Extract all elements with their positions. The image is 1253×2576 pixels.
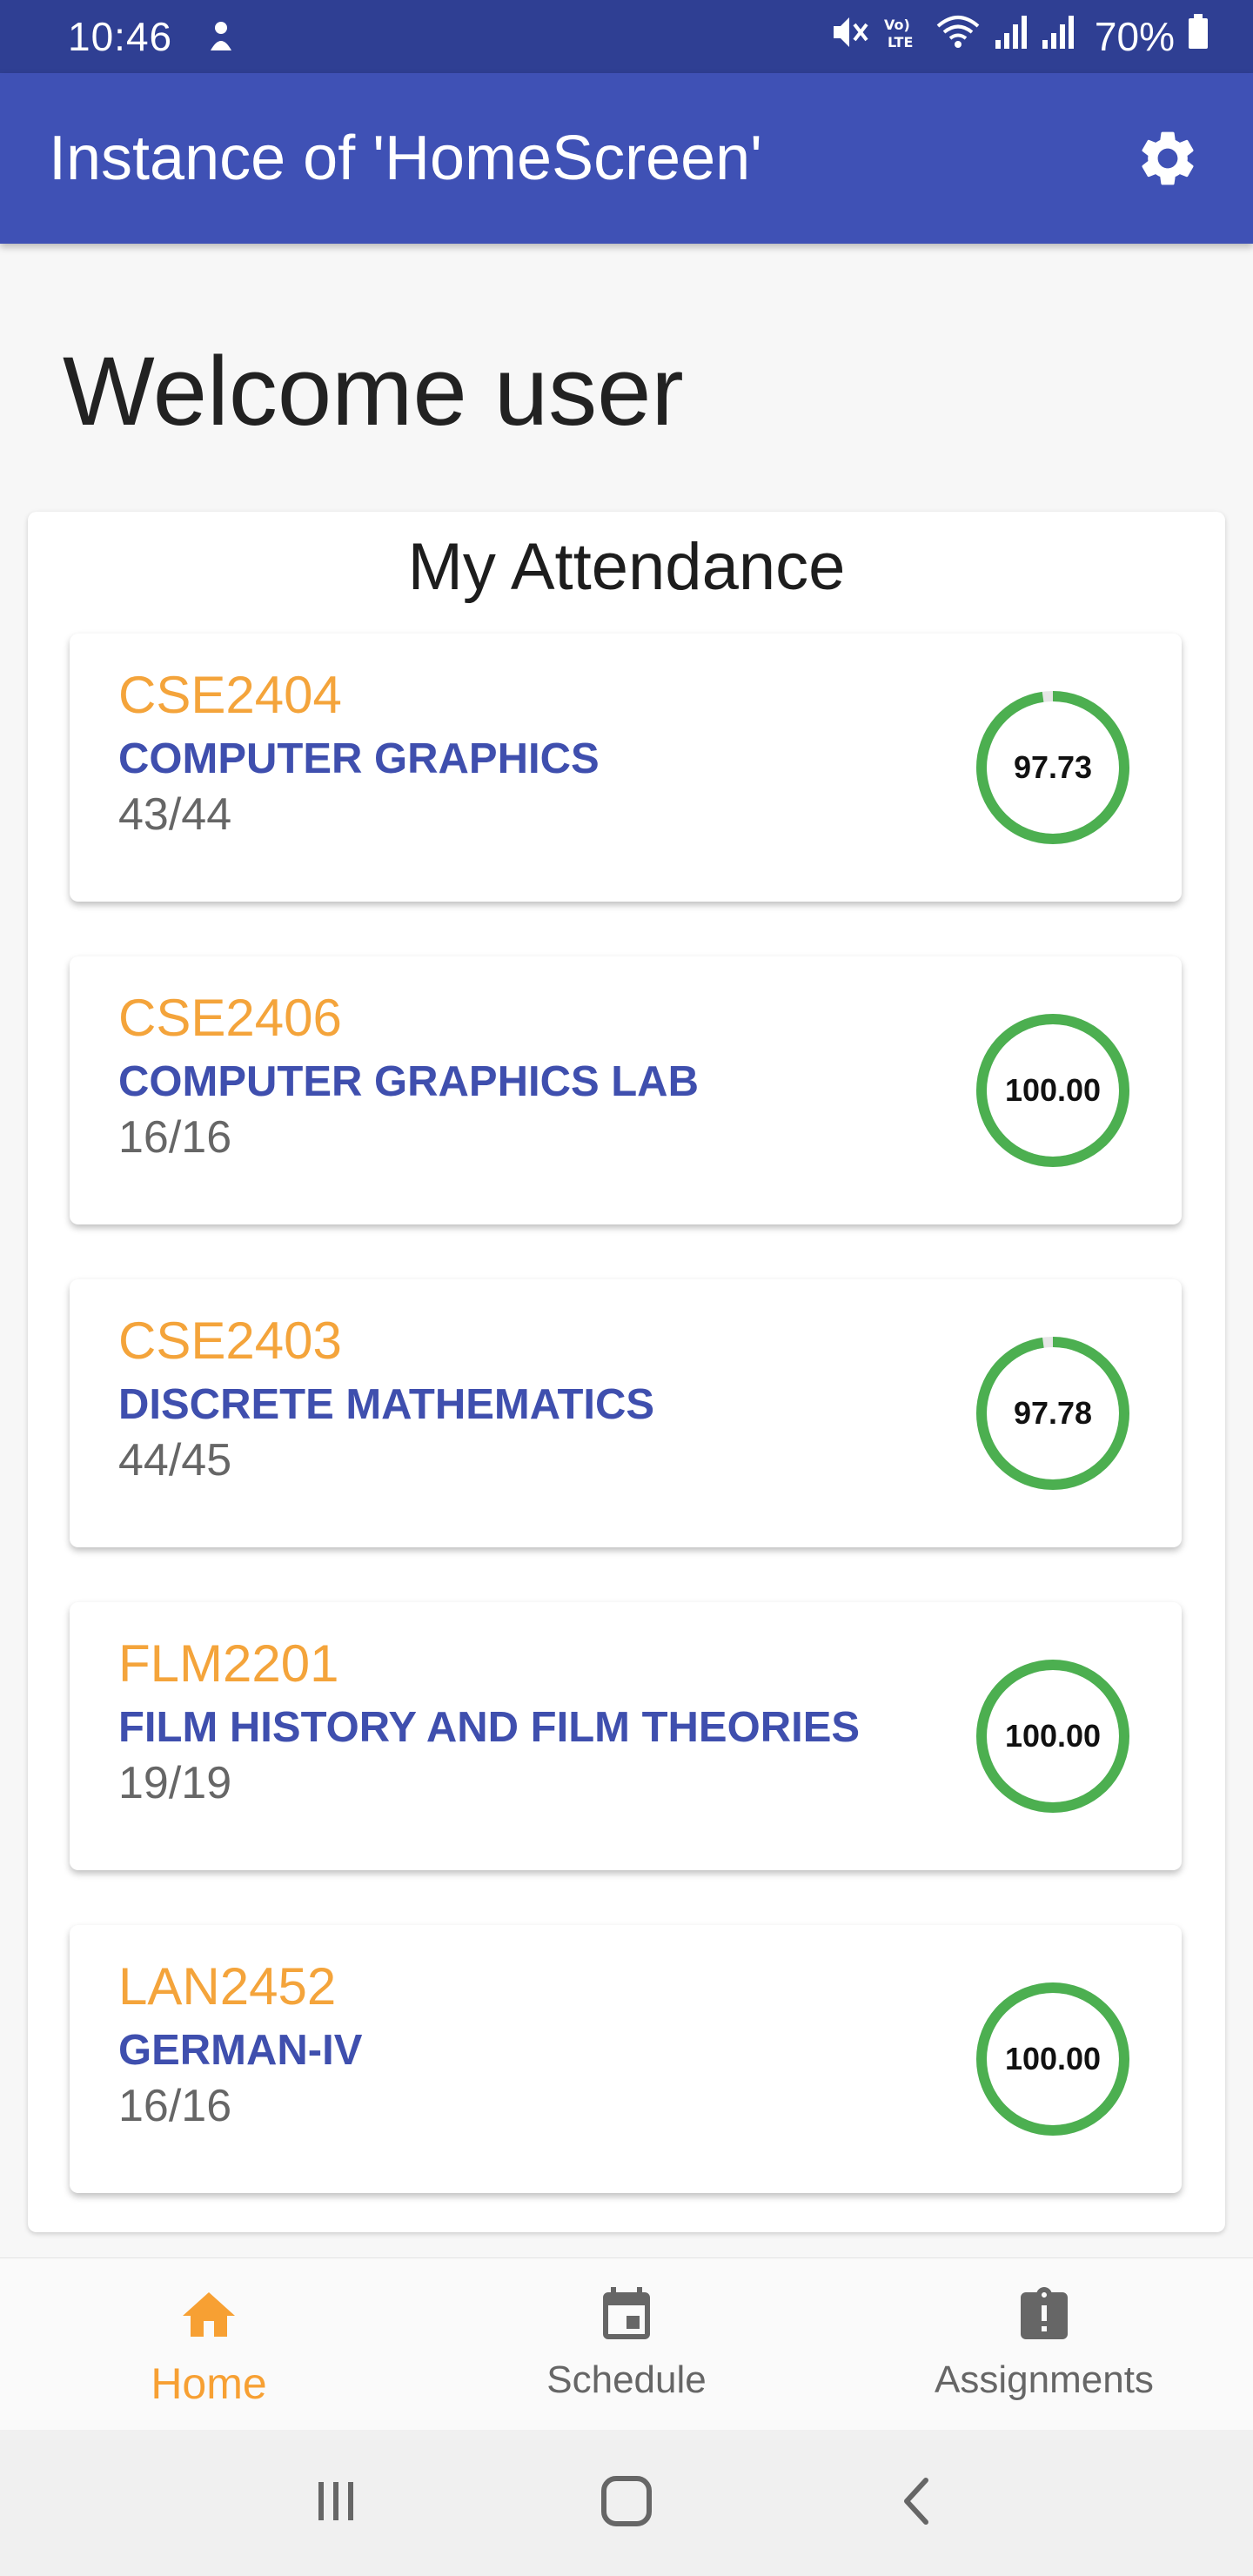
course-code: CSE2404 — [118, 666, 342, 724]
attendance-card: My Attendance CSE2404 COMPUTER GRAPHICS … — [28, 512, 1225, 2232]
nav-home[interactable]: Home — [0, 2258, 418, 2430]
course-card[interactable]: FLM2201 FILM HISTORY AND FILM THEORIES 1… — [70, 1602, 1182, 1870]
course-name: COMPUTER GRAPHICS LAB — [118, 1058, 699, 1105]
app-bar: Instance of 'HomeScreen' — [0, 73, 1253, 244]
signal-icon-2 — [1041, 13, 1075, 60]
course-name: FILM HISTORY AND FILM THEORIES — [118, 1704, 861, 1751]
notification-icon — [204, 19, 238, 54]
clipboard-alert-icon — [1013, 2284, 1075, 2351]
status-bar: 10:46 Vo) LTE 70% — [0, 0, 1253, 73]
status-time: 10:46 — [68, 14, 173, 59]
course-name: COMPUTER GRAPHICS — [118, 735, 600, 782]
page-title: Instance of 'HomeScreen' — [49, 124, 762, 193]
battery-icon — [1187, 13, 1209, 60]
course-card[interactable]: CSE2404 COMPUTER GRAPHICS 43/44 97.73 — [70, 634, 1182, 902]
signal-icon — [994, 13, 1029, 60]
system-navigation-bar — [0, 2430, 1253, 2576]
course-attendance-count: 19/19 — [118, 1758, 232, 1808]
recent-apps-button[interactable] — [310, 2475, 362, 2532]
nav-assignments[interactable]: Assignments — [835, 2258, 1253, 2430]
course-card[interactable]: CSE2406 COMPUTER GRAPHICS LAB 16/16 100.… — [70, 956, 1182, 1224]
course-attendance-count: 43/44 — [118, 789, 232, 840]
course-card[interactable]: LAN2452 GERMAN-IV 16/16 100.00 — [70, 1925, 1182, 2193]
course-attendance-count: 16/16 — [118, 2081, 232, 2131]
wifi-icon — [935, 13, 982, 60]
course-card[interactable]: CSE2403 DISCRETE MATHEMATICS 44/45 97.78 — [70, 1279, 1182, 1547]
svg-text:Vo): Vo) — [884, 17, 910, 33]
battery-percent: 70% — [1094, 14, 1175, 59]
nav-schedule-label: Schedule — [546, 2358, 707, 2401]
volte-icon: Vo) LTE — [882, 13, 922, 60]
nav-schedule[interactable]: Schedule — [418, 2258, 835, 2430]
attendance-title: My Attendance — [407, 530, 846, 604]
welcome-heading: Welcome user — [63, 337, 684, 446]
bottom-navigation: Home Schedule Assignments — [0, 2257, 1253, 2430]
svg-text:LTE: LTE — [888, 34, 913, 50]
attendance-percent: 97.73 — [1013, 749, 1093, 785]
nav-assignments-label: Assignments — [935, 2358, 1154, 2401]
course-attendance-count: 16/16 — [118, 1112, 232, 1163]
course-code: CSE2403 — [118, 1311, 342, 1370]
course-code: FLM2201 — [118, 1634, 339, 1693]
home-icon — [178, 2284, 240, 2351]
back-button[interactable] — [891, 2475, 943, 2532]
status-icons: Vo) LTE 70% — [830, 13, 1209, 60]
attendance-percent: 100.00 — [1004, 1718, 1102, 1754]
course-code: LAN2452 — [118, 1957, 337, 2016]
attendance-percent: 100.00 — [1004, 1072, 1102, 1108]
mute-icon — [830, 13, 870, 60]
course-name: GERMAN-IV — [118, 2027, 363, 2074]
calendar-icon — [595, 2284, 658, 2351]
nav-home-label: Home — [151, 2359, 267, 2408]
attendance-percent: 97.78 — [1013, 1395, 1093, 1431]
course-list: CSE2404 COMPUTER GRAPHICS 43/44 97.73 CS… — [70, 634, 1182, 2248]
course-attendance-count: 44/45 — [118, 1435, 232, 1486]
course-code: CSE2406 — [118, 989, 342, 1047]
gear-icon[interactable] — [1131, 122, 1204, 195]
course-name: DISCRETE MATHEMATICS — [118, 1381, 655, 1428]
attendance-percent: 100.00 — [1004, 2041, 1102, 2076]
home-button[interactable] — [599, 2473, 654, 2533]
